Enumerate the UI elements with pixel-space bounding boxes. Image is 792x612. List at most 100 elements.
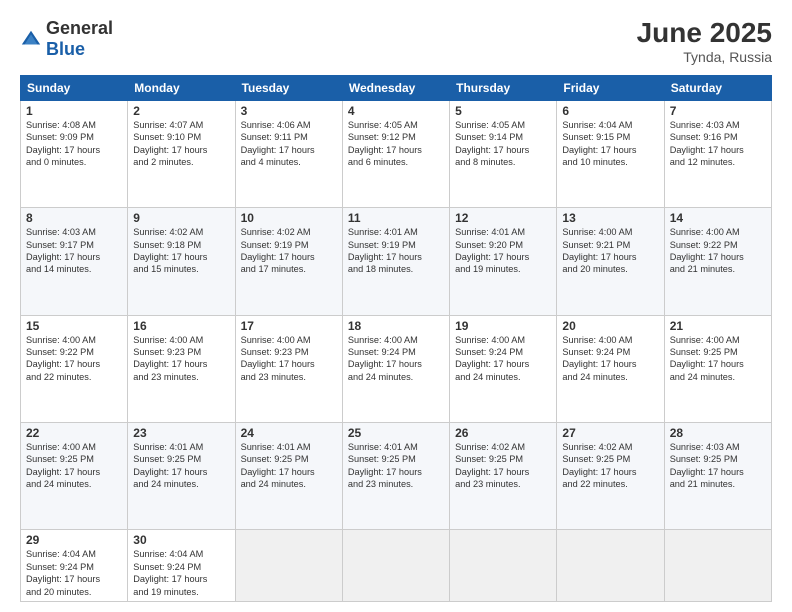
- day-info: Sunrise: 4:02 AM Sunset: 9:18 PM Dayligh…: [133, 226, 229, 276]
- day-info: Sunrise: 4:00 AM Sunset: 9:23 PM Dayligh…: [133, 334, 229, 384]
- day-number: 19: [455, 319, 551, 333]
- table-row: 19Sunrise: 4:00 AM Sunset: 9:24 PM Dayli…: [450, 315, 557, 422]
- day-info: Sunrise: 4:01 AM Sunset: 9:20 PM Dayligh…: [455, 226, 551, 276]
- day-number: 5: [455, 104, 551, 118]
- day-number: 1: [26, 104, 122, 118]
- table-row: [235, 530, 342, 602]
- logo: General Blue: [20, 18, 113, 60]
- day-number: 2: [133, 104, 229, 118]
- day-info: Sunrise: 4:01 AM Sunset: 9:19 PM Dayligh…: [348, 226, 444, 276]
- location: Tynda, Russia: [637, 49, 772, 65]
- day-number: 28: [670, 426, 766, 440]
- table-row: 1Sunrise: 4:08 AM Sunset: 9:09 PM Daylig…: [21, 100, 128, 207]
- day-info: Sunrise: 4:00 AM Sunset: 9:22 PM Dayligh…: [26, 334, 122, 384]
- day-info: Sunrise: 4:08 AM Sunset: 9:09 PM Dayligh…: [26, 119, 122, 169]
- logo-blue: Blue: [46, 39, 85, 59]
- day-number: 8: [26, 211, 122, 225]
- table-row: 20Sunrise: 4:00 AM Sunset: 9:24 PM Dayli…: [557, 315, 664, 422]
- table-row: 6Sunrise: 4:04 AM Sunset: 9:15 PM Daylig…: [557, 100, 664, 207]
- day-info: Sunrise: 4:03 AM Sunset: 9:25 PM Dayligh…: [670, 441, 766, 491]
- table-row: 17Sunrise: 4:00 AM Sunset: 9:23 PM Dayli…: [235, 315, 342, 422]
- table-row: [557, 530, 664, 602]
- table-row: 13Sunrise: 4:00 AM Sunset: 9:21 PM Dayli…: [557, 208, 664, 315]
- day-info: Sunrise: 4:06 AM Sunset: 9:11 PM Dayligh…: [241, 119, 337, 169]
- col-monday: Monday: [128, 75, 235, 100]
- day-number: 3: [241, 104, 337, 118]
- table-row: 18Sunrise: 4:00 AM Sunset: 9:24 PM Dayli…: [342, 315, 449, 422]
- day-number: 4: [348, 104, 444, 118]
- day-number: 21: [670, 319, 766, 333]
- day-info: Sunrise: 4:05 AM Sunset: 9:12 PM Dayligh…: [348, 119, 444, 169]
- logo-icon: [20, 28, 42, 50]
- day-number: 12: [455, 211, 551, 225]
- day-number: 22: [26, 426, 122, 440]
- day-info: Sunrise: 4:02 AM Sunset: 9:25 PM Dayligh…: [562, 441, 658, 491]
- table-row: 26Sunrise: 4:02 AM Sunset: 9:25 PM Dayli…: [450, 422, 557, 529]
- day-number: 30: [133, 533, 229, 547]
- day-number: 6: [562, 104, 658, 118]
- col-friday: Friday: [557, 75, 664, 100]
- day-info: Sunrise: 4:07 AM Sunset: 9:10 PM Dayligh…: [133, 119, 229, 169]
- day-info: Sunrise: 4:03 AM Sunset: 9:17 PM Dayligh…: [26, 226, 122, 276]
- day-info: Sunrise: 4:04 AM Sunset: 9:24 PM Dayligh…: [133, 548, 229, 598]
- table-row: 3Sunrise: 4:06 AM Sunset: 9:11 PM Daylig…: [235, 100, 342, 207]
- day-info: Sunrise: 4:05 AM Sunset: 9:14 PM Dayligh…: [455, 119, 551, 169]
- day-info: Sunrise: 4:00 AM Sunset: 9:23 PM Dayligh…: [241, 334, 337, 384]
- day-number: 7: [670, 104, 766, 118]
- day-number: 16: [133, 319, 229, 333]
- day-number: 24: [241, 426, 337, 440]
- page: General Blue June 2025 Tynda, Russia Sun…: [0, 0, 792, 612]
- table-row: 10Sunrise: 4:02 AM Sunset: 9:19 PM Dayli…: [235, 208, 342, 315]
- logo-general: General: [46, 18, 113, 38]
- table-row: 28Sunrise: 4:03 AM Sunset: 9:25 PM Dayli…: [664, 422, 771, 529]
- day-number: 27: [562, 426, 658, 440]
- day-info: Sunrise: 4:04 AM Sunset: 9:24 PM Dayligh…: [26, 548, 122, 598]
- table-row: 30Sunrise: 4:04 AM Sunset: 9:24 PM Dayli…: [128, 530, 235, 602]
- day-info: Sunrise: 4:01 AM Sunset: 9:25 PM Dayligh…: [348, 441, 444, 491]
- day-info: Sunrise: 4:00 AM Sunset: 9:24 PM Dayligh…: [562, 334, 658, 384]
- day-number: 14: [670, 211, 766, 225]
- col-tuesday: Tuesday: [235, 75, 342, 100]
- table-row: [664, 530, 771, 602]
- day-number: 15: [26, 319, 122, 333]
- calendar-header-row: Sunday Monday Tuesday Wednesday Thursday…: [21, 75, 772, 100]
- day-info: Sunrise: 4:03 AM Sunset: 9:16 PM Dayligh…: [670, 119, 766, 169]
- day-number: 18: [348, 319, 444, 333]
- day-number: 17: [241, 319, 337, 333]
- table-row: 21Sunrise: 4:00 AM Sunset: 9:25 PM Dayli…: [664, 315, 771, 422]
- table-row: 24Sunrise: 4:01 AM Sunset: 9:25 PM Dayli…: [235, 422, 342, 529]
- table-row: 9Sunrise: 4:02 AM Sunset: 9:18 PM Daylig…: [128, 208, 235, 315]
- day-info: Sunrise: 4:00 AM Sunset: 9:25 PM Dayligh…: [670, 334, 766, 384]
- table-row: [342, 530, 449, 602]
- day-info: Sunrise: 4:00 AM Sunset: 9:24 PM Dayligh…: [348, 334, 444, 384]
- table-row: 5Sunrise: 4:05 AM Sunset: 9:14 PM Daylig…: [450, 100, 557, 207]
- day-number: 26: [455, 426, 551, 440]
- table-row: 29Sunrise: 4:04 AM Sunset: 9:24 PM Dayli…: [21, 530, 128, 602]
- table-row: 15Sunrise: 4:00 AM Sunset: 9:22 PM Dayli…: [21, 315, 128, 422]
- title-block: June 2025 Tynda, Russia: [637, 18, 772, 65]
- day-info: Sunrise: 4:02 AM Sunset: 9:19 PM Dayligh…: [241, 226, 337, 276]
- day-info: Sunrise: 4:04 AM Sunset: 9:15 PM Dayligh…: [562, 119, 658, 169]
- day-number: 25: [348, 426, 444, 440]
- day-number: 20: [562, 319, 658, 333]
- day-number: 13: [562, 211, 658, 225]
- col-sunday: Sunday: [21, 75, 128, 100]
- day-info: Sunrise: 4:00 AM Sunset: 9:21 PM Dayligh…: [562, 226, 658, 276]
- table-row: 25Sunrise: 4:01 AM Sunset: 9:25 PM Dayli…: [342, 422, 449, 529]
- table-row: 11Sunrise: 4:01 AM Sunset: 9:19 PM Dayli…: [342, 208, 449, 315]
- col-wednesday: Wednesday: [342, 75, 449, 100]
- day-info: Sunrise: 4:00 AM Sunset: 9:25 PM Dayligh…: [26, 441, 122, 491]
- table-row: 12Sunrise: 4:01 AM Sunset: 9:20 PM Dayli…: [450, 208, 557, 315]
- table-row: 23Sunrise: 4:01 AM Sunset: 9:25 PM Dayli…: [128, 422, 235, 529]
- table-row: 16Sunrise: 4:00 AM Sunset: 9:23 PM Dayli…: [128, 315, 235, 422]
- day-number: 11: [348, 211, 444, 225]
- day-info: Sunrise: 4:02 AM Sunset: 9:25 PM Dayligh…: [455, 441, 551, 491]
- day-info: Sunrise: 4:00 AM Sunset: 9:24 PM Dayligh…: [455, 334, 551, 384]
- month-year: June 2025: [637, 18, 772, 49]
- day-info: Sunrise: 4:01 AM Sunset: 9:25 PM Dayligh…: [241, 441, 337, 491]
- calendar-table: Sunday Monday Tuesday Wednesday Thursday…: [20, 75, 772, 602]
- table-row: 7Sunrise: 4:03 AM Sunset: 9:16 PM Daylig…: [664, 100, 771, 207]
- col-saturday: Saturday: [664, 75, 771, 100]
- day-number: 29: [26, 533, 122, 547]
- table-row: 2Sunrise: 4:07 AM Sunset: 9:10 PM Daylig…: [128, 100, 235, 207]
